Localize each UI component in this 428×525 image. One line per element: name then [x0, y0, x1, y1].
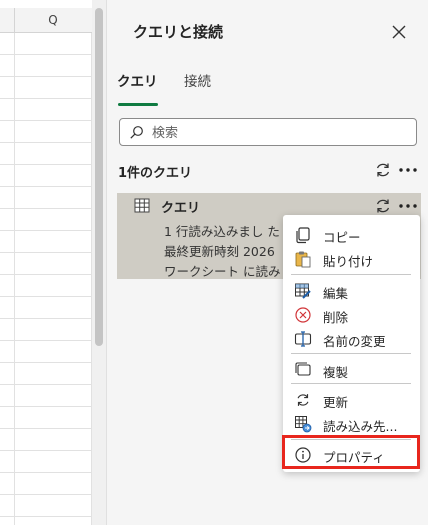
column-header-q[interactable]: Q — [14, 8, 92, 32]
menu-separator — [291, 353, 411, 354]
more-icon — [399, 168, 417, 172]
menu-separator — [291, 274, 411, 275]
query-name: クエリ — [161, 201, 201, 216]
menu-item-delete[interactable]: 削除 — [283, 303, 420, 327]
menu-item-paste[interactable]: 貼り付け — [283, 247, 420, 271]
menu-item-label: 編集 — [323, 286, 349, 301]
column-header-row: Q — [0, 8, 92, 33]
menu-item-label: 削除 — [323, 310, 349, 325]
refresh-icon — [376, 163, 390, 177]
close-icon — [392, 25, 406, 39]
grid-line — [14, 33, 15, 525]
refresh-all-button[interactable] — [373, 160, 393, 180]
active-tab-indicator — [118, 103, 158, 106]
menu-item-label: 貼り付け — [323, 254, 374, 269]
query-count-header: 1件のクエリ — [118, 166, 193, 181]
scrollbar-thumb[interactable] — [95, 8, 103, 346]
column-header-p[interactable] — [0, 8, 15, 32]
tab-queries[interactable]: クエリ — [117, 70, 158, 90]
menu-item-label: 読み込み先... — [323, 419, 398, 434]
query-more-button[interactable] — [396, 196, 420, 216]
edit-table-icon — [295, 283, 311, 299]
search-icon — [130, 126, 143, 139]
pane-title: クエリと接続 — [133, 23, 224, 41]
search-input[interactable] — [150, 122, 404, 144]
query-status-rows: 1 行読み込みまし た — [164, 224, 280, 239]
copy-icon — [296, 227, 310, 244]
rename-icon — [294, 331, 312, 347]
refresh-icon — [376, 199, 390, 213]
menu-separator — [291, 383, 411, 384]
menu-item-label: 複製 — [323, 365, 349, 380]
more-options-button[interactable] — [396, 160, 420, 180]
query-last-refresh: 最終更新時刻 2026 — [164, 244, 275, 259]
paste-icon — [295, 251, 311, 268]
highlight-box — [282, 435, 420, 469]
query-load-destination: ワークシート に読み — [164, 264, 281, 279]
menu-item-edit[interactable]: 編集 — [283, 279, 420, 303]
load-to-icon — [295, 416, 312, 433]
refresh-icon — [297, 394, 309, 406]
query-refresh-button[interactable] — [373, 196, 393, 216]
cell-grid[interactable] — [0, 33, 92, 525]
menu-item-label: 名前の変更 — [323, 334, 386, 349]
menu-item-label: 更新 — [323, 395, 349, 410]
tab-connections[interactable]: 接続 — [184, 70, 211, 90]
menu-item-rename[interactable]: 名前の変更 — [283, 327, 420, 351]
menu-item-copy[interactable]: コピー — [283, 223, 420, 247]
duplicate-icon — [295, 362, 311, 376]
search-box[interactable] — [119, 118, 417, 146]
menu-item-load-to[interactable]: 読み込み先... — [283, 412, 420, 436]
delete-icon — [295, 307, 311, 323]
context-menu: コピー 貼り付け 編集 削除 名前の変更 複製 更新 読み込み先... プロパテ… — [283, 215, 420, 472]
more-icon — [399, 204, 417, 208]
worksheet-area[interactable]: Q — [0, 0, 92, 525]
table-icon — [134, 198, 150, 213]
close-button[interactable] — [389, 22, 409, 42]
menu-item-label: コピー — [323, 230, 361, 245]
menu-item-duplicate[interactable]: 複製 — [283, 358, 420, 382]
menu-item-refresh[interactable]: 更新 — [283, 388, 420, 412]
